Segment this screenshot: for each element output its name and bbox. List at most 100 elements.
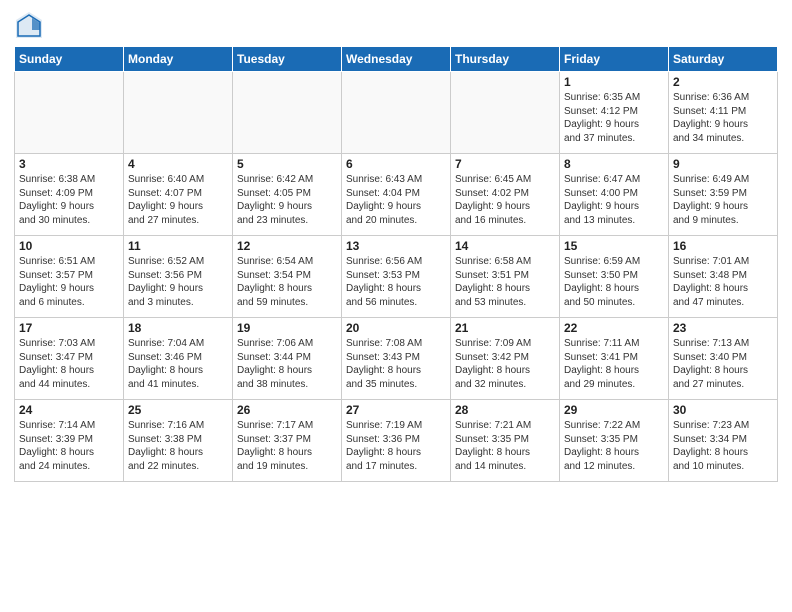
day-number: 5 <box>237 157 337 171</box>
day-number: 20 <box>346 321 446 335</box>
day-number: 27 <box>346 403 446 417</box>
day-number: 26 <box>237 403 337 417</box>
day-cell: 8 Sunrise: 6:47 AM Sunset: 4:00 PM Daylig… <box>560 154 669 236</box>
day-number: 23 <box>673 321 773 335</box>
day-cell: 3 Sunrise: 6:38 AM Sunset: 4:09 PM Daylig… <box>15 154 124 236</box>
day-number: 19 <box>237 321 337 335</box>
day-cell: 1 Sunrise: 6:35 AM Sunset: 4:12 PM Daylig… <box>560 72 669 154</box>
week-row-0: 1 Sunrise: 6:35 AM Sunset: 4:12 PM Daylig… <box>15 72 778 154</box>
day-info: Sunrise: 6:40 AM Sunset: 4:07 PM Dayligh… <box>128 173 228 227</box>
day-info: Sunrise: 7:23 AM Sunset: 3:34 PM Dayligh… <box>673 419 773 473</box>
day-number: 14 <box>455 239 555 253</box>
day-info: Sunrise: 7:01 AM Sunset: 3:48 PM Dayligh… <box>673 255 773 309</box>
day-number: 22 <box>564 321 664 335</box>
day-info: Sunrise: 6:42 AM Sunset: 4:05 PM Dayligh… <box>237 173 337 227</box>
day-cell: 15 Sunrise: 6:59 AM Sunset: 3:50 PM Dayli… <box>560 236 669 318</box>
week-row-1: 3 Sunrise: 6:38 AM Sunset: 4:09 PM Daylig… <box>15 154 778 236</box>
day-info: Sunrise: 7:17 AM Sunset: 3:37 PM Dayligh… <box>237 419 337 473</box>
day-number: 15 <box>564 239 664 253</box>
day-info: Sunrise: 6:59 AM Sunset: 3:50 PM Dayligh… <box>564 255 664 309</box>
day-cell: 29 Sunrise: 7:22 AM Sunset: 3:35 PM Dayli… <box>560 400 669 482</box>
day-cell: 30 Sunrise: 7:23 AM Sunset: 3:34 PM Dayli… <box>669 400 778 482</box>
day-number: 10 <box>19 239 119 253</box>
day-cell: 20 Sunrise: 7:08 AM Sunset: 3:43 PM Dayli… <box>342 318 451 400</box>
day-info: Sunrise: 7:13 AM Sunset: 3:40 PM Dayligh… <box>673 337 773 391</box>
day-cell: 6 Sunrise: 6:43 AM Sunset: 4:04 PM Daylig… <box>342 154 451 236</box>
day-cell: 18 Sunrise: 7:04 AM Sunset: 3:46 PM Dayli… <box>124 318 233 400</box>
day-number: 25 <box>128 403 228 417</box>
day-number: 30 <box>673 403 773 417</box>
day-cell: 17Sunrise: 7:03 AM Sunset: 3:47 PM Dayli… <box>15 318 124 400</box>
day-info: Sunrise: 6:56 AM Sunset: 3:53 PM Dayligh… <box>346 255 446 309</box>
day-cell: 5 Sunrise: 6:42 AM Sunset: 4:05 PM Daylig… <box>233 154 342 236</box>
day-info: Sunrise: 7:21 AM Sunset: 3:35 PM Dayligh… <box>455 419 555 473</box>
day-cell <box>342 72 451 154</box>
day-cell <box>15 72 124 154</box>
day-number: 28 <box>455 403 555 417</box>
day-cell <box>124 72 233 154</box>
day-cell: 16 Sunrise: 7:01 AM Sunset: 3:48 PM Dayli… <box>669 236 778 318</box>
day-number: 29 <box>564 403 664 417</box>
day-cell <box>451 72 560 154</box>
header-cell-monday: Monday <box>124 47 233 72</box>
day-info: Sunrise: 6:51 AM Sunset: 3:57 PM Dayligh… <box>19 255 119 309</box>
day-cell: 14 Sunrise: 6:58 AM Sunset: 3:51 PM Dayli… <box>451 236 560 318</box>
day-number: 24 <box>19 403 119 417</box>
week-row-3: 17Sunrise: 7:03 AM Sunset: 3:47 PM Dayli… <box>15 318 778 400</box>
day-info: Sunrise: 6:35 AM Sunset: 4:12 PM Dayligh… <box>564 91 664 145</box>
day-info: Sunrise: 6:36 AM Sunset: 4:11 PM Dayligh… <box>673 91 773 145</box>
day-cell: 24 Sunrise: 7:14 AM Sunset: 3:39 PM Dayli… <box>15 400 124 482</box>
day-number: 8 <box>564 157 664 171</box>
day-number: 6 <box>346 157 446 171</box>
logo-icon <box>14 10 44 40</box>
day-number: 9 <box>673 157 773 171</box>
day-info: Sunrise: 7:11 AM Sunset: 3:41 PM Dayligh… <box>564 337 664 391</box>
day-number: 7 <box>455 157 555 171</box>
header-cell-wednesday: Wednesday <box>342 47 451 72</box>
day-info: Sunrise: 6:38 AM Sunset: 4:09 PM Dayligh… <box>19 173 119 227</box>
day-info: Sunrise: 6:49 AM Sunset: 3:59 PM Dayligh… <box>673 173 773 227</box>
day-cell: 12Sunrise: 6:54 AM Sunset: 3:54 PM Dayli… <box>233 236 342 318</box>
day-cell: 13 Sunrise: 6:56 AM Sunset: 3:53 PM Dayli… <box>342 236 451 318</box>
day-cell: 7 Sunrise: 6:45 AM Sunset: 4:02 PM Daylig… <box>451 154 560 236</box>
day-info: Sunrise: 6:47 AM Sunset: 4:00 PM Dayligh… <box>564 173 664 227</box>
day-cell: 22 Sunrise: 7:11 AM Sunset: 3:41 PM Dayli… <box>560 318 669 400</box>
day-number: 21 <box>455 321 555 335</box>
page: SundayMondayTuesdayWednesdayThursdayFrid… <box>0 0 792 612</box>
day-number: 13 <box>346 239 446 253</box>
day-number: 12 <box>237 239 337 253</box>
day-cell: 21Sunrise: 7:09 AM Sunset: 3:42 PM Dayli… <box>451 318 560 400</box>
header-row: SundayMondayTuesdayWednesdayThursdayFrid… <box>15 47 778 72</box>
day-cell <box>233 72 342 154</box>
header-cell-saturday: Saturday <box>669 47 778 72</box>
day-cell: 23 Sunrise: 7:13 AM Sunset: 3:40 PM Dayli… <box>669 318 778 400</box>
header-cell-sunday: Sunday <box>15 47 124 72</box>
day-number: 4 <box>128 157 228 171</box>
day-info: Sunrise: 6:43 AM Sunset: 4:04 PM Dayligh… <box>346 173 446 227</box>
day-info: Sunrise: 7:03 AM Sunset: 3:47 PM Dayligh… <box>19 337 119 391</box>
day-number: 16 <box>673 239 773 253</box>
day-cell: 28 Sunrise: 7:21 AM Sunset: 3:35 PM Dayli… <box>451 400 560 482</box>
day-info: Sunrise: 6:58 AM Sunset: 3:51 PM Dayligh… <box>455 255 555 309</box>
day-number: 18 <box>128 321 228 335</box>
day-number: 3 <box>19 157 119 171</box>
day-number: 2 <box>673 75 773 89</box>
logo <box>14 10 48 40</box>
day-info: Sunrise: 6:45 AM Sunset: 4:02 PM Dayligh… <box>455 173 555 227</box>
day-info: Sunrise: 7:14 AM Sunset: 3:39 PM Dayligh… <box>19 419 119 473</box>
calendar-header: SundayMondayTuesdayWednesdayThursdayFrid… <box>15 47 778 72</box>
day-cell: 27Sunrise: 7:19 AM Sunset: 3:36 PM Dayli… <box>342 400 451 482</box>
day-info: Sunrise: 7:08 AM Sunset: 3:43 PM Dayligh… <box>346 337 446 391</box>
day-info: Sunrise: 7:22 AM Sunset: 3:35 PM Dayligh… <box>564 419 664 473</box>
day-info: Sunrise: 7:04 AM Sunset: 3:46 PM Dayligh… <box>128 337 228 391</box>
calendar-body: 1 Sunrise: 6:35 AM Sunset: 4:12 PM Daylig… <box>15 72 778 482</box>
day-number: 11 <box>128 239 228 253</box>
day-cell: 11Sunrise: 6:52 AM Sunset: 3:56 PM Dayli… <box>124 236 233 318</box>
day-cell: 4 Sunrise: 6:40 AM Sunset: 4:07 PM Daylig… <box>124 154 233 236</box>
day-cell: 26 Sunrise: 7:17 AM Sunset: 3:37 PM Dayli… <box>233 400 342 482</box>
day-number: 1 <box>564 75 664 89</box>
day-info: Sunrise: 7:06 AM Sunset: 3:44 PM Dayligh… <box>237 337 337 391</box>
header-cell-tuesday: Tuesday <box>233 47 342 72</box>
day-cell: 2 Sunrise: 6:36 AM Sunset: 4:11 PM Daylig… <box>669 72 778 154</box>
header-cell-friday: Friday <box>560 47 669 72</box>
